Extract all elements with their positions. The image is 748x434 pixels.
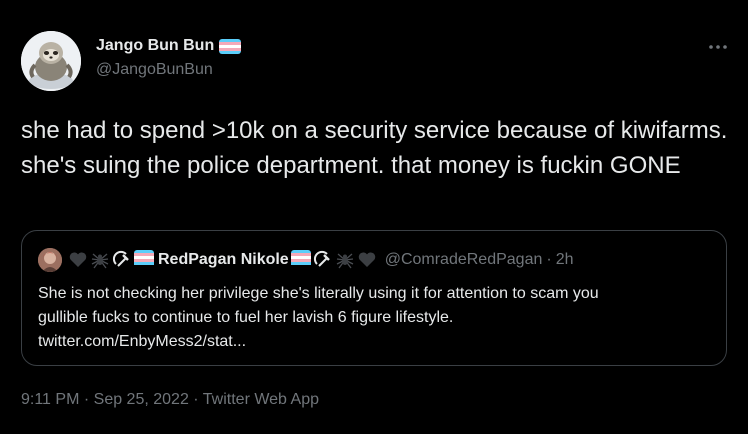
- quoted-tweet-text: She is not checking her privilege she's …: [38, 282, 718, 354]
- quoted-display-name[interactable]: RedPagan Nikole: [158, 250, 289, 270]
- black-heart-icon: [357, 250, 377, 270]
- sloth-avatar-icon[interactable]: [21, 31, 81, 91]
- hammer-sickle-icon: [112, 250, 132, 270]
- transgender-flag-icon: [134, 250, 154, 270]
- quoted-text-line: She is not checking her privilege she's …: [38, 285, 599, 302]
- transgender-flag-icon: [290, 250, 311, 270]
- tweet-date[interactable]: Sep 25, 2022: [94, 391, 189, 408]
- more-options-icon[interactable]: [706, 37, 730, 57]
- quoted-handle[interactable]: @ComradeRedPagan: [385, 250, 543, 270]
- quoted-tweet-header: RedPagan Nikole @ComradeRedPagan · 2h: [38, 248, 574, 272]
- tweet-time[interactable]: 9:11 PM: [21, 391, 79, 408]
- author-display-name[interactable]: Jango Bun Bun: [96, 36, 242, 56]
- spider-icon: [335, 250, 355, 270]
- spider-icon: [90, 250, 110, 270]
- tweet-card: Jango Bun Bun @JangoBunBun she had to sp…: [0, 0, 748, 434]
- tweet-text: she had to spend >10k on a security serv…: [21, 117, 728, 179]
- quoted-timestamp[interactable]: 2h: [556, 250, 574, 270]
- tweet-metadata: 9:11 PM · Sep 25, 2022 · Twitter Web App: [21, 389, 319, 411]
- hammer-sickle-icon: [313, 250, 333, 270]
- quoted-text-line: gullible fucks to continue to fuel her l…: [38, 309, 454, 326]
- transgender-flag-icon: [219, 38, 242, 54]
- quoted-link[interactable]: twitter.com/EnbyMess2/stat...: [38, 330, 718, 354]
- header-separator: ·: [546, 251, 552, 268]
- black-heart-icon: [68, 250, 88, 270]
- author-name-text: Jango Bun Bun: [96, 37, 215, 54]
- author-handle[interactable]: @JangoBunBun: [96, 60, 241, 80]
- quoted-tweet[interactable]: RedPagan Nikole @ComradeRedPagan · 2h Sh…: [21, 230, 727, 366]
- meta-separator: ·: [193, 391, 199, 408]
- meta-separator: ·: [83, 391, 90, 408]
- tweet-source[interactable]: Twitter Web App: [203, 391, 319, 408]
- author-block: Jango Bun Bun @JangoBunBun: [96, 36, 242, 80]
- quoted-avatar[interactable]: [38, 248, 62, 272]
